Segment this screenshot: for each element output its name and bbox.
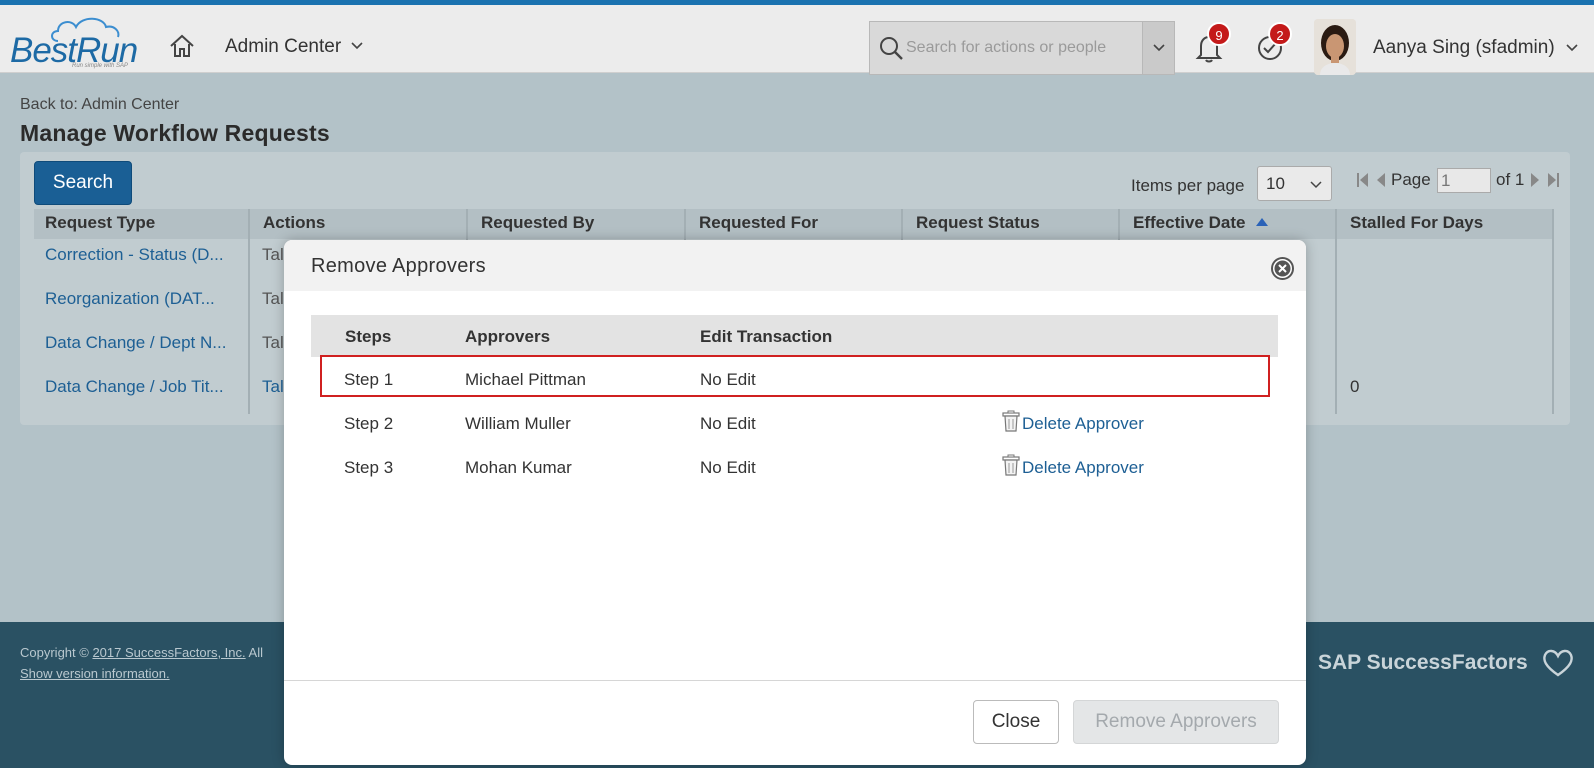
heart-icon bbox=[1543, 649, 1573, 677]
search-dropdown-button[interactable] bbox=[1142, 22, 1174, 74]
bestrun-logo[interactable]: BestRun Run simple with SAP bbox=[10, 13, 145, 73]
copyright-link[interactable]: 2017 SuccessFactors, Inc. bbox=[92, 645, 245, 660]
approver-name: Mohan Kumar bbox=[465, 458, 572, 477]
top-bar: BestRun Run simple with SAP Admin Center… bbox=[0, 0, 1594, 75]
dialog-title: Remove Approvers bbox=[311, 255, 486, 277]
row-action[interactable]: Tal bbox=[262, 377, 284, 397]
delete-approver-link[interactable]: Delete Approver bbox=[1022, 414, 1144, 434]
request-type-link[interactable]: Data Change / Dept N... bbox=[45, 333, 226, 353]
request-type-link[interactable]: Data Change / Job Tit... bbox=[45, 377, 224, 397]
first-page-icon[interactable] bbox=[1356, 172, 1370, 188]
approvers-table-header: Steps Approvers Edit Transaction bbox=[311, 315, 1278, 357]
edit-transaction-value: No Edit bbox=[700, 414, 756, 433]
row-action[interactable]: Tal bbox=[262, 289, 284, 309]
show-version-link[interactable]: Show version information. bbox=[20, 666, 170, 681]
items-per-page-select[interactable]: 10 bbox=[1257, 166, 1332, 201]
page-title: Manage Workflow Requests bbox=[20, 120, 330, 146]
column-approvers: Approvers bbox=[465, 327, 551, 346]
delete-approver-link[interactable]: Delete Approver bbox=[1022, 458, 1144, 478]
user-name-menu[interactable]: Aanya Sing (sfadmin) bbox=[1373, 37, 1555, 59]
remove-approvers-button[interactable]: Remove Approvers bbox=[1073, 700, 1279, 744]
next-page-icon[interactable] bbox=[1530, 172, 1540, 188]
highlighted-row-outline bbox=[320, 355, 1270, 397]
search-input[interactable] bbox=[906, 34, 1136, 62]
items-per-page-label: Items per page bbox=[1131, 176, 1245, 195]
notification-badge: 9 bbox=[1207, 22, 1231, 46]
trash-icon[interactable] bbox=[1001, 410, 1021, 432]
chevron-down-icon[interactable] bbox=[1565, 43, 1579, 53]
column-divider bbox=[1335, 209, 1337, 414]
close-icon[interactable] bbox=[1271, 257, 1294, 280]
row-action[interactable]: Tal bbox=[262, 245, 284, 265]
copyright-text: Copyright © 2017 SuccessFactors, Inc. Al… bbox=[20, 645, 263, 660]
column-request-status[interactable]: Request Status bbox=[916, 213, 1040, 233]
todo-badge: 2 bbox=[1268, 22, 1292, 46]
avatar[interactable] bbox=[1314, 19, 1356, 75]
column-edit-transaction: Edit Transaction bbox=[700, 327, 833, 346]
trash-icon[interactable] bbox=[1001, 454, 1021, 476]
chevron-down-icon bbox=[1310, 181, 1322, 189]
admin-center-menu[interactable]: Admin Center bbox=[225, 36, 341, 58]
items-per-page-value: 10 bbox=[1266, 174, 1285, 193]
column-requested-by[interactable]: Requested By bbox=[481, 213, 594, 233]
stalled-days-value: 0 bbox=[1350, 377, 1360, 396]
approver-name: William Muller bbox=[465, 414, 571, 433]
sap-successfactors-logo: SAP SuccessFactors bbox=[1318, 651, 1528, 674]
column-divider bbox=[1552, 209, 1554, 414]
dialog-footer-divider bbox=[284, 680, 1306, 681]
request-type-link[interactable]: Reorganization (DAT... bbox=[45, 289, 215, 309]
previous-page-icon[interactable] bbox=[1376, 172, 1386, 188]
search-button[interactable]: Search bbox=[34, 161, 132, 205]
edit-transaction-value: No Edit bbox=[700, 458, 756, 477]
column-requested-for[interactable]: Requested For bbox=[699, 213, 818, 233]
sort-ascending-icon[interactable] bbox=[1255, 217, 1269, 227]
column-divider bbox=[248, 209, 250, 414]
column-request-type[interactable]: Request Type bbox=[45, 213, 155, 233]
dialog-header: Remove Approvers bbox=[284, 240, 1306, 291]
close-button[interactable]: Close bbox=[973, 700, 1059, 744]
chevron-down-icon[interactable] bbox=[350, 41, 364, 51]
step-label: Step 2 bbox=[344, 414, 394, 433]
copyright-prefix: Copyright © bbox=[20, 645, 89, 660]
logo-tagline: Run simple with SAP bbox=[72, 63, 129, 69]
chevron-down-icon bbox=[1153, 44, 1165, 52]
back-to-admin-center-link[interactable]: Back to: Admin Center bbox=[20, 96, 179, 114]
column-effective-date[interactable]: Effective Date bbox=[1133, 213, 1245, 233]
remove-approvers-dialog: Remove Approvers Steps Approvers Edit Tr… bbox=[284, 240, 1306, 765]
row-action[interactable]: Tal bbox=[262, 333, 284, 353]
column-steps: Steps bbox=[345, 327, 392, 346]
copyright-suffix: All bbox=[248, 645, 263, 660]
action-search[interactable] bbox=[869, 21, 1175, 75]
page-number-input[interactable] bbox=[1437, 168, 1491, 193]
page-count: of 1 bbox=[1496, 170, 1525, 189]
page-label: Page bbox=[1391, 170, 1431, 189]
last-page-icon[interactable] bbox=[1546, 172, 1560, 188]
user-photo bbox=[1314, 19, 1356, 75]
request-type-link[interactable]: Correction - Status (D... bbox=[45, 245, 224, 265]
column-stalled-for-days[interactable]: Stalled For Days bbox=[1350, 213, 1483, 233]
search-icon bbox=[880, 37, 903, 60]
column-actions[interactable]: Actions bbox=[263, 213, 325, 233]
home-icon[interactable] bbox=[168, 32, 196, 60]
step-label: Step 3 bbox=[344, 458, 394, 477]
